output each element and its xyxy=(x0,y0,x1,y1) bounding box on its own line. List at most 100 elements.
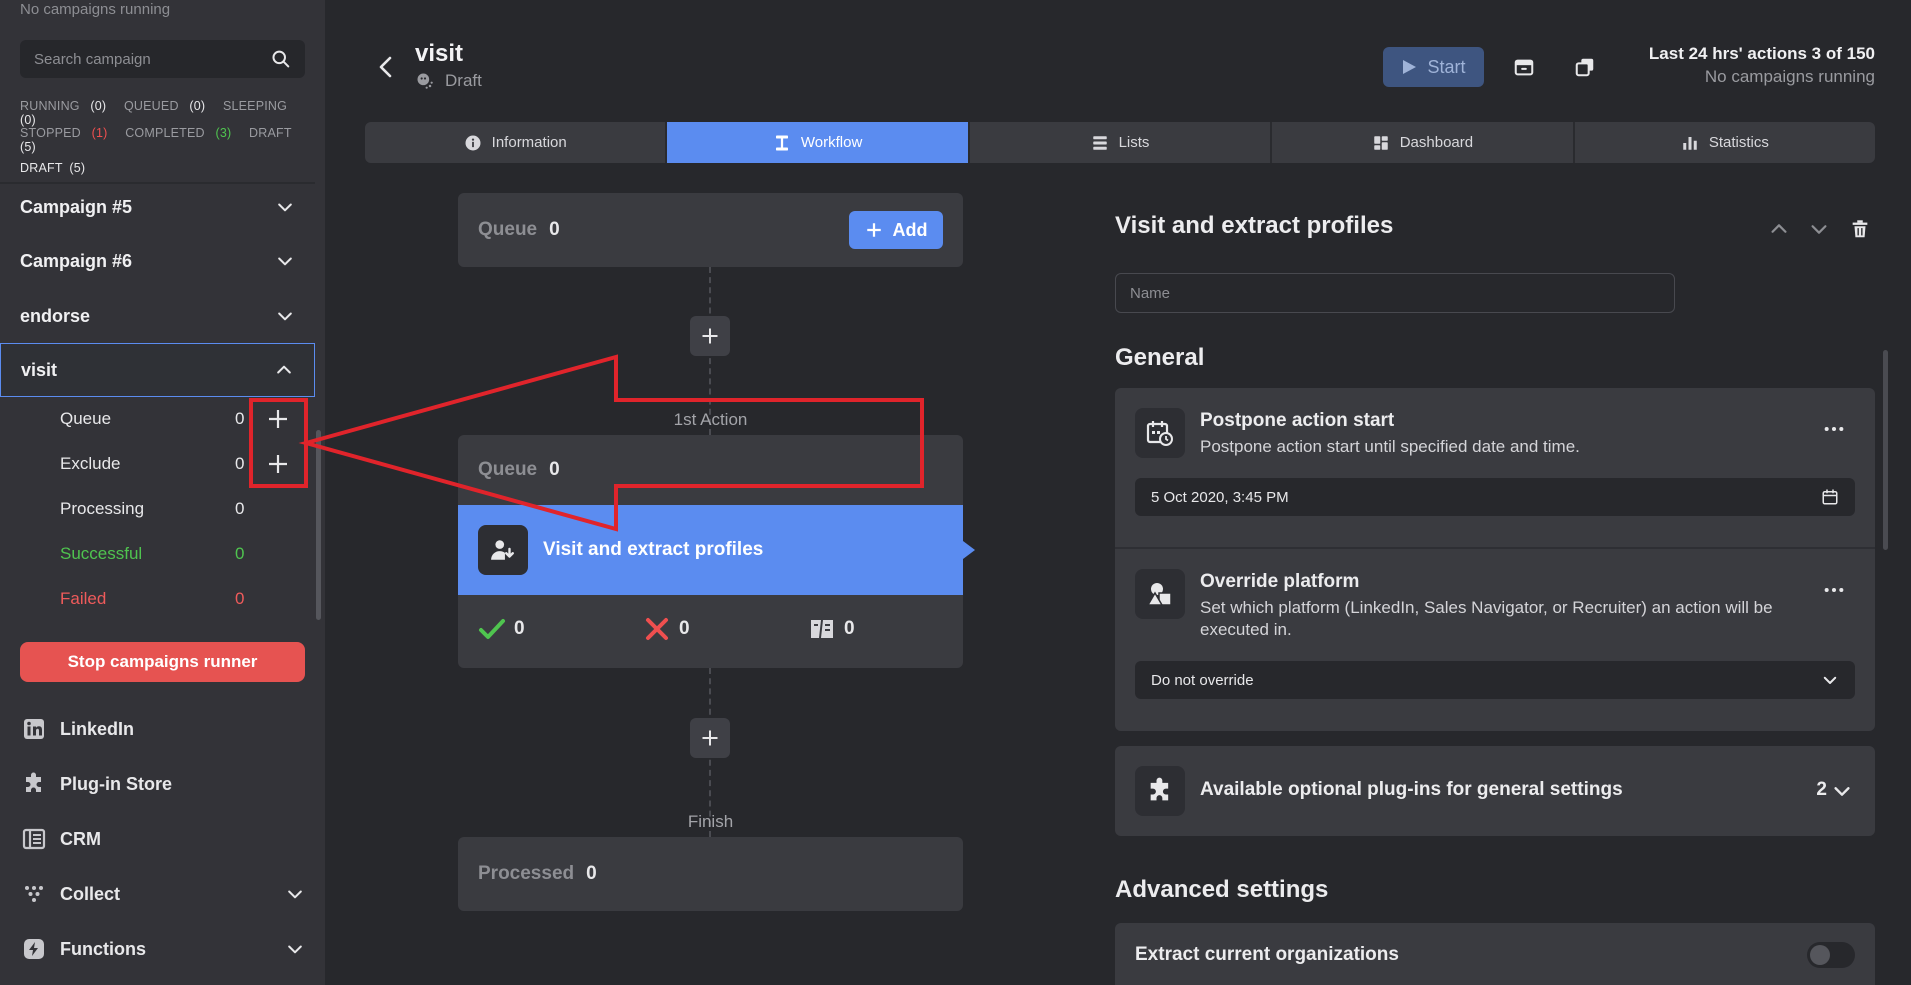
filter-stopped[interactable]: STOPPED (1) xyxy=(20,126,115,140)
calendar-clock-icon xyxy=(1135,408,1185,458)
stop-campaigns-button[interactable]: Stop campaigns runner xyxy=(20,642,305,682)
archive-icon[interactable] xyxy=(1513,56,1535,78)
active-filter-draft[interactable]: DRAFT (5) xyxy=(20,161,92,175)
workflow-queue-card: Queue 0 Add xyxy=(458,193,963,267)
chevron-down-icon[interactable] xyxy=(275,251,295,271)
plugins-label: Available optional plug-ins for general … xyxy=(1200,779,1623,800)
plus-icon[interactable] xyxy=(266,407,290,431)
nav-linkedin[interactable]: LinkedIn xyxy=(0,702,325,756)
start-button[interactable]: Start xyxy=(1383,47,1484,87)
trash-icon[interactable] xyxy=(1849,218,1871,240)
skipped-stat: 0 xyxy=(808,615,855,643)
chevron-up-icon[interactable] xyxy=(274,360,294,380)
extract-organizations-card: Extract current organizations xyxy=(1115,923,1875,985)
more-options-icon[interactable] xyxy=(1823,418,1845,440)
action-card[interactable]: Queue 0 Visit and extract profiles 0 0 0 xyxy=(458,435,975,668)
duplicate-icon[interactable] xyxy=(1574,56,1596,78)
subitem-successful[interactable]: Successful 0 xyxy=(60,534,260,574)
subitem-failed[interactable]: Failed 0 xyxy=(60,579,260,619)
divider xyxy=(1115,547,1875,549)
chevron-down-icon[interactable] xyxy=(285,884,305,904)
search-icon[interactable] xyxy=(271,49,291,69)
check-icon xyxy=(479,619,505,639)
subitem-queue[interactable]: Queue 0 xyxy=(60,399,287,439)
sidebar: No campaigns running RUNNING (0) QUEUED … xyxy=(0,0,325,985)
x-icon xyxy=(646,618,668,640)
chevron-down-icon[interactable] xyxy=(285,939,305,959)
filter-row-1: RUNNING (0) QUEUED (0) SLEEPING (0) xyxy=(20,99,325,127)
back-arrow-icon[interactable] xyxy=(375,52,397,82)
extract-organizations-label: Extract current organizations xyxy=(1135,944,1399,965)
postpone-title: Postpone action start xyxy=(1200,410,1395,431)
tab-bar: Information Workflow Lists Dashboard Sta… xyxy=(365,122,1875,163)
draft-status-icon xyxy=(417,73,433,89)
chevron-down-icon[interactable] xyxy=(275,197,295,217)
campaign-status-text: No campaigns running xyxy=(20,1,171,18)
filter-row-2: STOPPED (1) COMPLETED (3) DRAFT (5) xyxy=(20,126,325,154)
optional-plugins-card[interactable]: Available optional plug-ins for general … xyxy=(1115,746,1875,836)
campaign-item[interactable]: endorse xyxy=(0,289,315,343)
tab-information[interactable]: Information xyxy=(365,122,668,163)
action-queue: Queue 0 xyxy=(478,459,560,480)
action-bar-selected[interactable]: Visit and extract profiles xyxy=(458,505,975,595)
nav-collect[interactable]: Collect xyxy=(0,867,325,921)
page-title: visit xyxy=(415,40,464,67)
puzzle-icon xyxy=(26,772,41,792)
campaign-item[interactable]: Campaign #5 xyxy=(0,180,315,234)
campaign-item[interactable]: Campaign #6 xyxy=(0,234,315,288)
override-title: Override platform xyxy=(1200,571,1360,592)
collect-icon xyxy=(25,886,43,902)
campaign-item-selected[interactable]: visit xyxy=(0,343,315,397)
panel-title: Visit and extract profiles xyxy=(1115,212,1394,239)
nav-functions[interactable]: Functions xyxy=(0,922,325,976)
search-campaign[interactable] xyxy=(20,40,305,78)
plugins-count: 2 xyxy=(1816,779,1827,800)
actions-count: Last 24 hrs' actions 3 of 150 xyxy=(1648,44,1875,63)
workflow-icon xyxy=(775,135,788,150)
chevron-down-icon[interactable] xyxy=(1808,218,1830,240)
chevron-up-icon[interactable] xyxy=(1768,218,1790,240)
general-heading: General xyxy=(1115,344,1205,371)
nav-crm[interactable]: CRM xyxy=(0,812,325,866)
lists-icon xyxy=(1092,135,1107,150)
search-input[interactable] xyxy=(34,50,272,68)
nav-plugin-store[interactable]: Plug-in Store xyxy=(0,757,325,811)
more-options-icon[interactable] xyxy=(1823,579,1845,601)
filter-running[interactable]: RUNNING (0) xyxy=(20,99,113,113)
action-name-input[interactable] xyxy=(1115,273,1675,313)
linkedin-icon xyxy=(24,719,44,739)
main-nav: LinkedIn Plug-in Store CRM Collect Funct… xyxy=(0,700,325,985)
info-icon xyxy=(465,135,481,150)
panel-scrollbar[interactable] xyxy=(1883,350,1888,550)
advanced-heading: Advanced settings xyxy=(1115,876,1329,903)
plus-icon xyxy=(702,730,718,746)
extract-organizations-toggle[interactable] xyxy=(1807,942,1855,968)
step-label: 1st Action xyxy=(673,410,748,429)
visit-profile-icon xyxy=(478,525,528,575)
tab-workflow[interactable]: Workflow xyxy=(667,122,970,163)
filter-queued[interactable]: QUEUED (0) xyxy=(124,99,212,113)
tab-statistics[interactable]: Statistics xyxy=(1575,122,1875,163)
tab-lists[interactable]: Lists xyxy=(970,122,1273,163)
plus-icon[interactable] xyxy=(266,452,290,476)
insert-action-button[interactable] xyxy=(690,316,730,356)
skipped-icon xyxy=(811,620,833,638)
sidebar-scrollbar[interactable] xyxy=(316,430,321,620)
override-description: Set which platform (LinkedIn, Sales Navi… xyxy=(1200,598,1773,639)
calendar-icon[interactable] xyxy=(1821,488,1839,506)
tab-dashboard[interactable]: Dashboard xyxy=(1272,122,1575,163)
toggle-knob xyxy=(1810,945,1830,965)
subitem-processing[interactable]: Processing 0 xyxy=(60,489,260,529)
chevron-down-icon[interactable] xyxy=(275,306,295,326)
campaign-state: Draft xyxy=(415,71,482,91)
postpone-datetime-field[interactable]: 5 Oct 2020, 3:45 PM xyxy=(1135,478,1855,516)
filter-completed[interactable]: COMPLETED (3) xyxy=(125,126,238,140)
chevron-down-icon[interactable] xyxy=(1821,671,1839,689)
dashboard-icon xyxy=(1373,135,1388,150)
actions-summary: Last 24 hrs' actions 3 of 150 No campaig… xyxy=(1649,44,1875,87)
add-button[interactable]: Add xyxy=(849,211,943,249)
platform-select[interactable]: Do not override xyxy=(1135,661,1855,699)
chevron-down-icon[interactable] xyxy=(1831,780,1853,802)
subitem-exclude[interactable]: Exclude 0 xyxy=(60,444,287,484)
insert-action-button[interactable] xyxy=(690,718,730,758)
